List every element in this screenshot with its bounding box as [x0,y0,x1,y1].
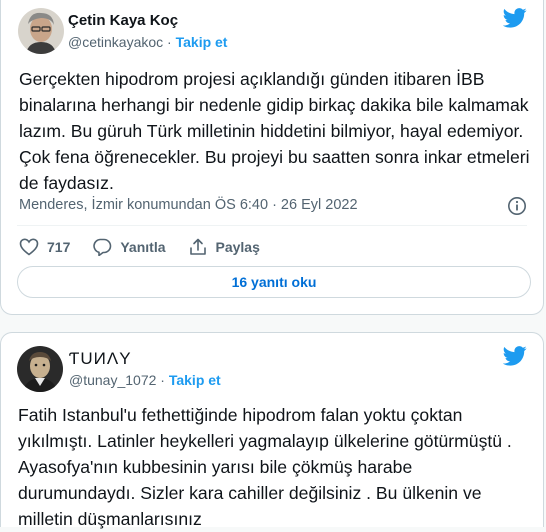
reply-icon [93,238,112,256]
twitter-bird-icon[interactable] [503,8,527,28]
tweet-timestamp[interactable]: Menderes, İzmir konumundan ÖS 6:40 · 26 … [19,197,358,213]
read-replies-button[interactable]: 16 yanıtı oku [17,266,531,298]
twitter-bird-icon[interactable] [503,346,527,366]
avatar[interactable] [18,8,64,54]
author-handle[interactable]: @tunay_1072 [69,372,156,388]
avatar[interactable] [17,346,63,392]
info-icon[interactable] [507,196,527,216]
heart-icon [19,238,39,256]
like-button[interactable]: 717 [19,238,70,256]
follow-button[interactable]: Takip et [176,34,228,50]
reply-button[interactable]: Yanıtla [92,238,166,256]
action-bar: 717 Yanıtla Paylaş [19,236,282,258]
follow-button[interactable]: Takip et [169,372,221,388]
separator-dot: · [163,34,176,50]
separator-dot: · [156,372,169,388]
author-handle-line: @tunay_1072 · Takip et [69,372,221,388]
reply-label: Yanıtla [120,239,166,255]
tweet-text: Fatih Istanbul'u fethettiğinde hipodrom … [18,405,512,529]
author-name[interactable]: Çetin Kaya Koç [68,12,178,29]
tweet-text: Gerçekten hipodrom projesi açıklandığı g… [19,69,530,193]
author-name[interactable]: ƬUИΛY [69,349,132,369]
share-label: Paylaş [215,239,260,255]
like-count: 717 [47,239,71,255]
author-handle[interactable]: @cetinkayakoc [68,34,163,50]
share-icon [189,238,206,255]
share-button[interactable]: Paylaş [188,238,260,256]
divider [17,225,527,226]
tweet-card-1: Çetin Kaya Koç @cetinkayakoc · Takip et … [0,0,544,315]
author-handle-line: @cetinkayakoc · Takip et [68,34,227,50]
